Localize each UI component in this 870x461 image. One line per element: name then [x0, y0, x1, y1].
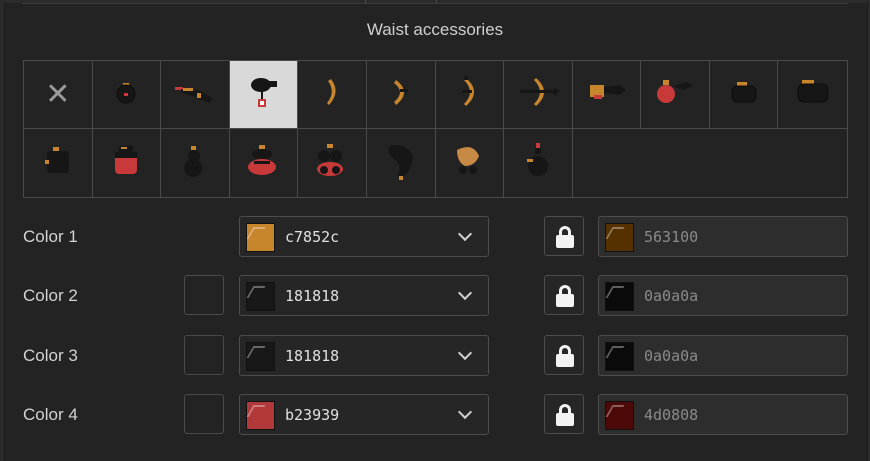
shade-hex-value: 563100: [644, 228, 699, 246]
belt-pack-icon: [727, 77, 761, 112]
color-row: Color 4 b23939 4d0808: [0, 394, 870, 436]
color-label: Color 3: [23, 346, 78, 365]
color-swatch: [246, 342, 275, 371]
color-toggle-box[interactable]: [184, 394, 224, 434]
accessory-option-belt-pack-large[interactable]: [778, 61, 847, 129]
red-triple-pouch-icon: [312, 142, 352, 185]
lock-button[interactable]: [544, 275, 584, 315]
shade-swatch: [605, 282, 634, 311]
shade-swatch: [605, 223, 634, 252]
color-swatch: [246, 401, 275, 430]
color-swatch: [246, 223, 275, 252]
lock-button[interactable]: [544, 394, 584, 434]
accessory-option-tan-pelt[interactable]: [436, 129, 505, 197]
tan-pelt-icon: [449, 142, 489, 185]
shade-color-field[interactable]: 0a0a0a: [598, 335, 848, 376]
shade-hex-value: 0a0a0a: [644, 347, 699, 365]
lock-button[interactable]: [544, 335, 584, 375]
accessory-option-red-double-pouch[interactable]: [230, 129, 299, 197]
color-row: Color 1 c7852c 563100: [0, 216, 870, 258]
red-satchel-icon: [109, 143, 143, 184]
color-hex-value: b23939: [285, 406, 340, 424]
shade-hex-value: 4d0808: [644, 406, 699, 424]
accessory-option-satchel[interactable]: [24, 129, 93, 197]
chevron-down-icon: [457, 345, 473, 361]
accessory-option-round-pouch[interactable]: [92, 61, 162, 129]
accessory-option-none[interactable]: ✕: [24, 61, 93, 129]
color-hex-value: 181818: [285, 347, 340, 365]
accessory-option-bow-curved[interactable]: [435, 61, 505, 129]
accessory-option-belt-pack[interactable]: [709, 61, 779, 129]
shade-color-field[interactable]: 4d0808: [598, 394, 848, 435]
chevron-down-icon: [457, 285, 473, 301]
black-pouch-tag-icon: [247, 72, 281, 117]
red-flask-feather-icon: [653, 76, 697, 113]
empty-slot: [778, 129, 847, 197]
empty-slot: [641, 129, 710, 197]
color-swatch: [246, 282, 275, 311]
fur-pelt-icon: [381, 140, 421, 187]
accessory-option-fur-pelt[interactable]: [367, 129, 436, 197]
color-select[interactable]: 181818: [239, 335, 489, 376]
double-pouch-icon: [178, 143, 212, 184]
empty-slot: [573, 129, 642, 197]
color-select[interactable]: 181818: [239, 275, 489, 316]
accessory-grid: ✕: [23, 60, 848, 198]
crossbow-bolt-icon: [584, 77, 628, 112]
hanging-flask-icon: [521, 141, 555, 186]
shade-hex-value: 0a0a0a: [644, 287, 699, 305]
bow-curved-icon: [454, 74, 484, 115]
accessory-option-bow-small[interactable]: [298, 61, 367, 129]
red-double-pouch-icon: [244, 143, 284, 184]
bow-strung-icon: [386, 75, 416, 114]
chevron-down-icon: [457, 226, 473, 242]
accessory-option-bow-strung[interactable]: [366, 61, 436, 129]
color-row: Color 3 181818 0a0a0a: [0, 335, 870, 377]
shade-swatch: [605, 342, 634, 371]
round-pouch-icon: [111, 77, 141, 112]
color-hex-value: c7852c: [285, 228, 340, 246]
tab-separator: [436, 0, 437, 4]
accessory-option-red-satchel[interactable]: [93, 129, 162, 197]
color-toggle-box[interactable]: [184, 275, 224, 315]
accessory-option-red-triple-pouch[interactable]: [298, 129, 367, 197]
accessory-option-black-pouch-tag[interactable]: [229, 61, 299, 129]
accessory-option-hanging-flask[interactable]: [504, 129, 573, 197]
shade-swatch: [605, 401, 634, 430]
tab-separator: [365, 0, 366, 4]
tab-divider: [22, 3, 848, 4]
satchel-icon: [41, 144, 75, 183]
chevron-down-icon: [457, 404, 473, 420]
accessory-option-quiver-arrows[interactable]: [161, 61, 230, 129]
color-select[interactable]: b23939: [239, 394, 489, 435]
lock-button[interactable]: [544, 216, 584, 256]
empty-slot: [710, 129, 779, 197]
section-title: Waist accessories: [366, 20, 504, 39]
accessory-option-red-flask-feather[interactable]: [641, 61, 710, 129]
color-label: Color 4: [23, 405, 78, 424]
bow-small-icon: [317, 75, 347, 114]
accessory-option-double-pouch[interactable]: [161, 129, 230, 197]
color-select[interactable]: c7852c: [239, 216, 489, 257]
shade-color-field[interactable]: 563100: [598, 216, 848, 257]
color-label: Color 1: [23, 227, 78, 246]
quiver-arrows-icon: [173, 77, 217, 112]
color-row: Color 2 181818 0a0a0a: [0, 275, 870, 317]
color-hex-value: 181818: [285, 287, 340, 305]
shade-color-field[interactable]: 0a0a0a: [598, 275, 848, 316]
belt-pack-large-icon: [794, 76, 832, 113]
color-label: Color 2: [23, 286, 78, 305]
bow-arrow-icon: [516, 74, 560, 115]
accessory-option-bow-arrow[interactable]: [504, 61, 573, 129]
none-icon: ✕: [45, 77, 71, 111]
accessory-option-crossbow-bolt[interactable]: [572, 61, 642, 129]
color-toggle-box[interactable]: [184, 335, 224, 375]
